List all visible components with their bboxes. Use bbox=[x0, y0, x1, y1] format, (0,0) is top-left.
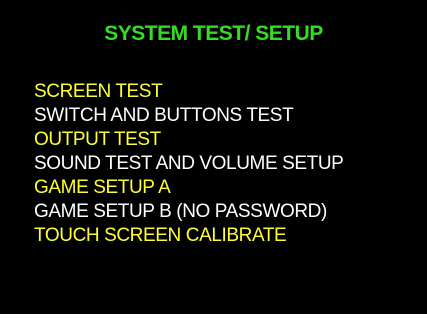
menu-item-switch-and-buttons-test[interactable]: SWITCH AND BUTTONS TEST bbox=[34, 104, 343, 128]
page-title: SYSTEM TEST/ SETUP bbox=[104, 22, 323, 45]
system-test-screen: SYSTEM TEST/ SETUP SCREEN TEST SWITCH AN… bbox=[0, 0, 427, 314]
menu-item-game-setup-a[interactable]: GAME SETUP A bbox=[34, 176, 343, 200]
menu-item-touch-screen-calibrate[interactable]: TOUCH SCREEN CALIBRATE bbox=[34, 224, 343, 248]
menu-item-game-setup-b[interactable]: GAME SETUP B (NO PASSWORD) bbox=[34, 200, 343, 224]
menu-item-sound-test-volume-setup[interactable]: SOUND TEST AND VOLUME SETUP bbox=[34, 152, 344, 176]
menu-item-output-test[interactable]: OUTPUT TEST bbox=[34, 128, 343, 152]
setup-menu: SCREEN TEST SWITCH AND BUTTONS TEST OUTP… bbox=[34, 80, 344, 248]
menu-item-screen-test[interactable]: SCREEN TEST bbox=[34, 80, 343, 104]
